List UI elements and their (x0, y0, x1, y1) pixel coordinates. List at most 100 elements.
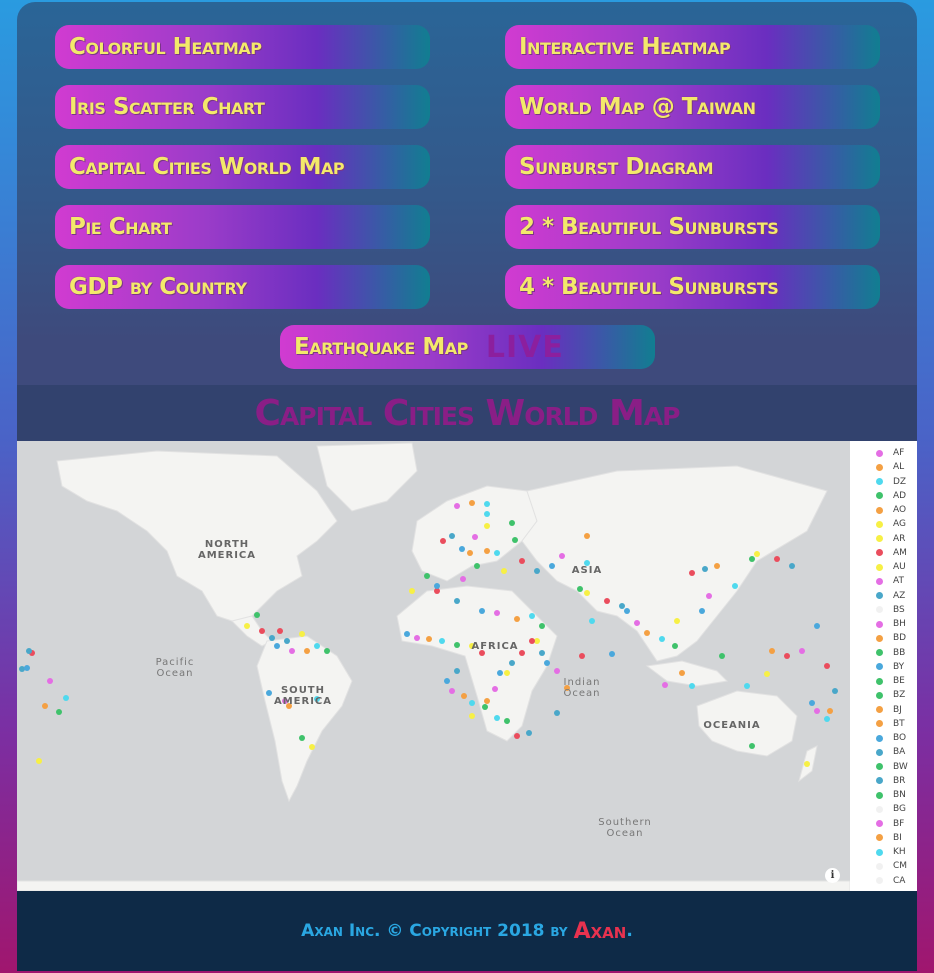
nav-world-map-taiwan[interactable]: World Map @ Taiwan (505, 85, 880, 129)
city-marker[interactable] (514, 616, 520, 622)
city-marker[interactable] (604, 598, 610, 604)
city-marker[interactable] (579, 653, 585, 659)
city-marker[interactable] (42, 703, 48, 709)
city-marker[interactable] (539, 650, 545, 656)
city-marker[interactable] (454, 642, 460, 648)
legend-item-am[interactable]: AM (876, 546, 907, 560)
city-marker[interactable] (509, 520, 515, 526)
legend-item-bg[interactable]: BG (876, 802, 906, 816)
legend-item-az[interactable]: AZ (876, 589, 905, 603)
city-marker[interactable] (482, 704, 488, 710)
city-marker[interactable] (679, 670, 685, 676)
city-marker[interactable] (689, 683, 695, 689)
city-marker[interactable] (244, 623, 250, 629)
city-marker[interactable] (497, 670, 503, 676)
info-icon[interactable]: i (825, 868, 840, 883)
city-marker[interactable] (526, 730, 532, 736)
city-marker[interactable] (519, 558, 525, 564)
legend-item-ao[interactable]: AO (876, 503, 906, 517)
city-marker[interactable] (584, 590, 590, 596)
nav-4-beautiful-sunbursts[interactable]: 4 * Beautiful Sunbursts (505, 265, 880, 309)
legend-item-ba[interactable]: BA (876, 745, 905, 759)
city-marker[interactable] (467, 550, 473, 556)
city-marker[interactable] (554, 710, 560, 716)
city-marker[interactable] (469, 500, 475, 506)
city-marker[interactable] (744, 683, 750, 689)
legend-item-bw[interactable]: BW (876, 760, 908, 774)
city-marker[interactable] (440, 538, 446, 544)
city-marker[interactable] (444, 678, 450, 684)
city-marker[interactable] (484, 548, 490, 554)
city-marker[interactable] (749, 556, 755, 562)
city-marker[interactable] (619, 603, 625, 609)
city-marker[interactable] (494, 715, 500, 721)
city-marker[interactable] (269, 635, 275, 641)
legend-item-bf[interactable]: BF (876, 817, 904, 831)
legend-item-ca[interactable]: CA (876, 874, 905, 888)
city-marker[interactable] (814, 623, 820, 629)
city-marker[interactable] (409, 588, 415, 594)
city-marker[interactable] (274, 643, 280, 649)
city-marker[interactable] (504, 670, 510, 676)
legend-item-bd[interactable]: BD (876, 631, 906, 645)
legend-item-be[interactable]: BE (876, 674, 905, 688)
legend-item-at[interactable]: AT (876, 574, 904, 588)
city-marker[interactable] (474, 563, 480, 569)
nav-2-beautiful-sunbursts[interactable]: 2 * Beautiful Sunbursts (505, 205, 880, 249)
city-marker[interactable] (732, 583, 738, 589)
city-marker[interactable] (719, 653, 725, 659)
city-marker[interactable] (426, 636, 432, 642)
city-marker[interactable] (424, 573, 430, 579)
city-marker[interactable] (414, 635, 420, 641)
city-marker[interactable] (534, 568, 540, 574)
city-marker[interactable] (689, 570, 695, 576)
city-marker[interactable] (36, 758, 42, 764)
legend-item-bo[interactable]: BO (876, 731, 906, 745)
city-marker[interactable] (479, 608, 485, 614)
legend-item-bt[interactable]: BT (876, 717, 905, 731)
city-marker[interactable] (514, 733, 520, 739)
city-marker[interactable] (699, 608, 705, 614)
city-marker[interactable] (454, 598, 460, 604)
city-marker[interactable] (469, 713, 475, 719)
city-marker[interactable] (754, 551, 760, 557)
city-marker[interactable] (769, 648, 775, 654)
city-marker[interactable] (289, 648, 295, 654)
city-marker[interactable] (824, 663, 830, 669)
legend-item-cm[interactable]: CM (876, 859, 907, 873)
legend-item-bn[interactable]: BN (876, 788, 906, 802)
legend-item-ad[interactable]: AD (876, 489, 906, 503)
city-marker[interactable] (454, 668, 460, 674)
legend-item-al[interactable]: AL (876, 460, 904, 474)
city-marker[interactable] (501, 568, 507, 574)
city-marker[interactable] (789, 563, 795, 569)
city-marker[interactable] (494, 550, 500, 556)
legend-item-br[interactable]: BR (876, 774, 905, 788)
city-marker[interactable] (461, 693, 467, 699)
city-marker[interactable] (714, 563, 720, 569)
city-marker[interactable] (304, 648, 310, 654)
city-marker[interactable] (24, 665, 30, 671)
city-marker[interactable] (299, 735, 305, 741)
city-marker[interactable] (484, 698, 490, 704)
nav-sunburst-diagram[interactable]: Sunburst Diagram (505, 145, 880, 189)
city-marker[interactable] (672, 643, 678, 649)
legend-item-bj[interactable]: BJ (876, 703, 902, 717)
city-marker[interactable] (674, 618, 680, 624)
legend-item-kh[interactable]: KH (876, 845, 906, 859)
city-marker[interactable] (56, 709, 62, 715)
city-marker[interactable] (662, 682, 668, 688)
city-marker[interactable] (832, 688, 838, 694)
legend-item-af[interactable]: AF (876, 446, 904, 460)
city-marker[interactable] (314, 643, 320, 649)
city-marker[interactable] (529, 613, 535, 619)
nav-interactive-heatmap[interactable]: Interactive Heatmap (505, 25, 880, 69)
city-marker[interactable] (404, 631, 410, 637)
legend-item-ar[interactable]: AR (876, 532, 905, 546)
city-marker[interactable] (644, 630, 650, 636)
map-legend[interactable]: AF AL DZ AD AO AG AR AM AU AT AZ BS BH BD BB BY BE BZ BJ BT… (850, 441, 917, 891)
legend-item-bh[interactable]: BH (876, 617, 906, 631)
nav-earthquake-map[interactable]: Earthquake Map LIVE (280, 325, 655, 369)
nav-capital-cities-world-map[interactable]: Capital Cities World Map (55, 145, 430, 189)
city-marker[interactable] (19, 666, 25, 672)
